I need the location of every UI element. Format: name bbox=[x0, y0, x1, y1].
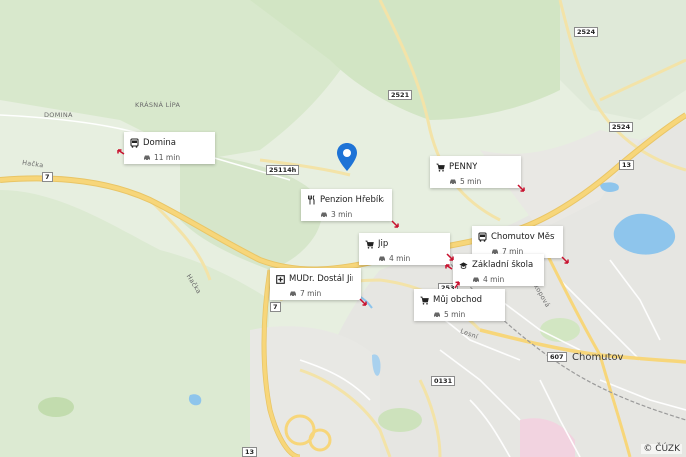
map-attribution[interactable]: © ČÚZK bbox=[641, 444, 682, 454]
road-shield-0131: 0131 bbox=[431, 376, 456, 386]
poi-name: Jip bbox=[378, 239, 389, 249]
map-canvas[interactable] bbox=[0, 0, 686, 457]
road-shield-7: 7 bbox=[42, 172, 53, 182]
road-shield-2521: 2521 bbox=[388, 90, 413, 100]
poi-name: Můj obchod bbox=[433, 295, 483, 305]
restaurant-icon bbox=[307, 195, 316, 205]
poi-card-jip[interactable]: Jip 4 min bbox=[359, 233, 450, 265]
poi-travel-time: 5 min bbox=[444, 309, 466, 319]
place-label-domina: DOMINA bbox=[44, 111, 73, 119]
road-shield-2524: 2524 bbox=[574, 27, 599, 37]
direction-arrow-icon bbox=[454, 281, 460, 289]
place-label-krasna-lipa: KRÁSNÁ LÍPA bbox=[135, 101, 181, 109]
poi-name: Základní škola Ch... bbox=[472, 260, 536, 270]
direction-arrow-icon bbox=[445, 264, 453, 270]
direction-arrow-icon bbox=[391, 220, 399, 228]
poi-travel-time: 3 min bbox=[331, 209, 353, 219]
poi-card-penny[interactable]: PENNY 5 min bbox=[430, 156, 521, 188]
poi-travel-time: 5 min bbox=[460, 176, 482, 186]
location-pin-icon[interactable] bbox=[336, 142, 358, 172]
direction-arrow-icon bbox=[359, 298, 367, 306]
car-icon bbox=[471, 275, 480, 283]
clinic-icon bbox=[276, 274, 285, 284]
poi-name: Chomutov Město bbox=[491, 232, 555, 242]
poi-travel-time: 7 min bbox=[300, 288, 322, 298]
direction-arrow-icon bbox=[517, 184, 525, 192]
poi-travel-time: 11 min bbox=[154, 152, 181, 162]
poi-travel-time: 4 min bbox=[483, 274, 505, 284]
road-shield-13: 13 bbox=[619, 160, 635, 170]
shopping-cart-icon bbox=[365, 239, 374, 249]
bus-icon bbox=[478, 232, 487, 242]
shopping-cart-icon bbox=[420, 295, 429, 305]
bus-icon bbox=[130, 138, 139, 148]
road-shield-13: 13 bbox=[242, 447, 258, 457]
poi-card-muj-obchod[interactable]: Můj obchod 5 min bbox=[414, 289, 505, 321]
poi-card-mudr[interactable]: MUDr. Dostál Jiří 7 min bbox=[270, 268, 361, 300]
road-shield-7: 7 bbox=[270, 302, 281, 312]
direction-arrow-icon bbox=[446, 253, 454, 261]
car-icon bbox=[377, 254, 386, 262]
map-background bbox=[0, 0, 686, 457]
poi-card-domina[interactable]: Domina 11 min bbox=[124, 132, 215, 164]
car-icon bbox=[448, 177, 457, 185]
car-icon bbox=[319, 210, 328, 218]
car-icon bbox=[288, 289, 297, 297]
road-shield-607: 607 bbox=[547, 352, 567, 362]
road-shield-25114h: 25114h bbox=[266, 165, 300, 175]
car-icon bbox=[142, 153, 151, 161]
poi-name: Domina bbox=[143, 138, 176, 148]
poi-card-zakladni-skola[interactable]: Základní škola Ch... 4 min bbox=[453, 254, 544, 286]
poi-name: PENNY bbox=[449, 162, 478, 172]
town-label-chomutov: Chomutov bbox=[572, 352, 624, 363]
poi-travel-time: 4 min bbox=[389, 253, 411, 263]
direction-arrow-icon bbox=[561, 256, 569, 264]
school-icon bbox=[459, 260, 468, 270]
road-shield-2524: 2524 bbox=[609, 122, 634, 132]
poi-card-penzion[interactable]: Penzion Hřebíkár... 3 min bbox=[301, 189, 392, 221]
poi-name: MUDr. Dostál Jiří bbox=[289, 274, 353, 284]
direction-arrow-icon bbox=[117, 149, 125, 155]
poi-name: Penzion Hřebíkár... bbox=[320, 195, 384, 205]
car-icon bbox=[432, 310, 441, 318]
shopping-cart-icon bbox=[436, 162, 445, 172]
